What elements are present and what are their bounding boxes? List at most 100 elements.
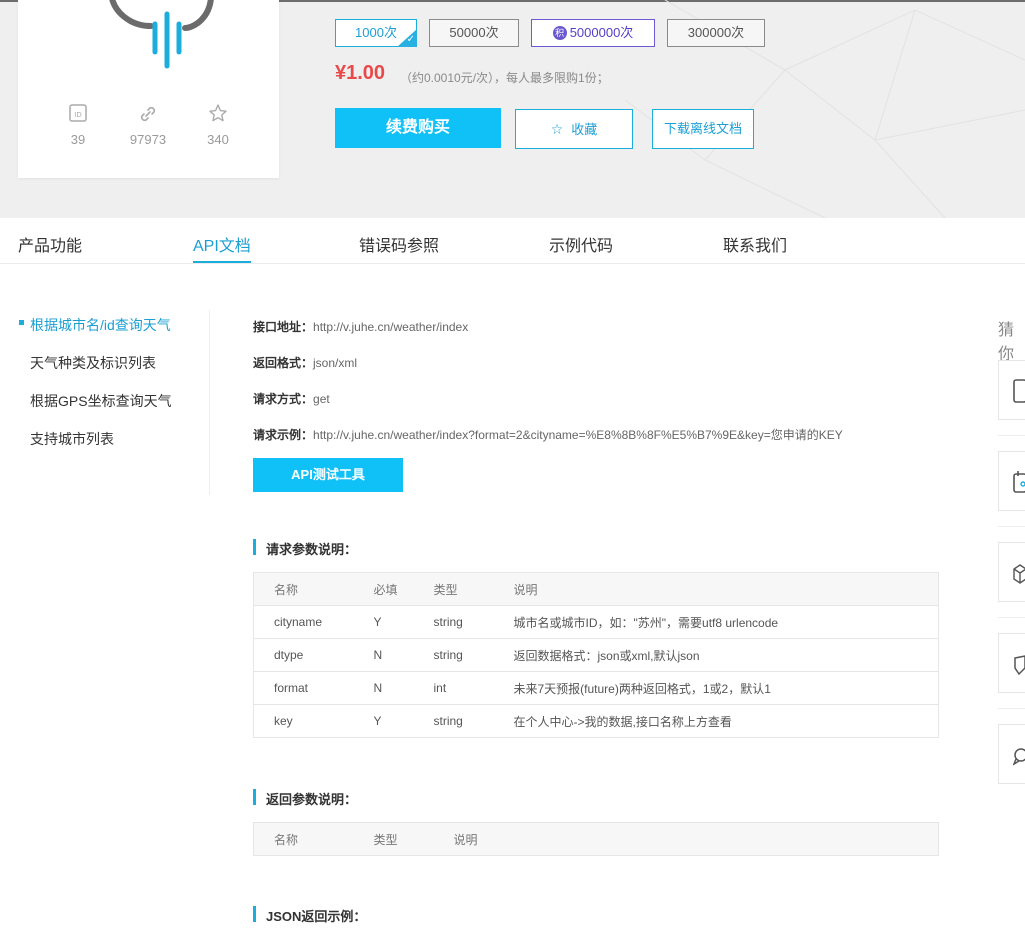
tab-api-docs[interactable]: API文档 [193,232,251,263]
request-params-title: 请求参数说明： [253,539,357,558]
product-logo-card: ID 39 97973 340 [18,0,279,178]
renew-purchase-button[interactable]: 续费购买 [335,108,501,148]
response-params-table: 名称 类型 说明 [253,822,939,856]
recommend-card[interactable] [998,360,1025,420]
api-example: http://v.juhe.cn/weather/index?format=2&… [313,428,843,442]
stat-calls-value: 97973 [129,132,167,147]
json-example-title: JSON返回示例： [253,906,366,925]
tab-contact-us[interactable]: 联系我们 [723,232,787,256]
cell: string [413,605,494,639]
col-name: 名称 [253,822,354,856]
table-row: key Y string 在个人中心->我的数据,接口名称上方查看 [253,704,939,738]
divider [998,617,1025,618]
cell: N [353,671,414,705]
document-icon [1013,379,1025,403]
calendar-icon [1013,471,1025,493]
price-note: （约0.0010元/次），每人最多限购1份； [400,71,609,85]
table-header-row: 名称 必填 类型 说明 [253,572,939,606]
recommend-card[interactable] [998,542,1025,602]
request-params-table: 名称 必填 类型 说明 cityname Y string 城市名或城市ID，如… [253,572,939,738]
download-offline-doc-button[interactable]: 下载离线文档 [652,109,754,149]
tab-error-codes[interactable]: 错误码参照 [359,232,439,256]
col-name: 名称 [253,572,354,606]
col-type: 类型 [413,572,494,606]
package-50000[interactable]: 50000次 [429,19,519,47]
api-url-label: 接口地址： [253,320,314,334]
api-method-line: 请求方式：get [253,390,330,407]
stat-calls: 97973 [118,102,178,147]
col-type: 类型 [353,822,434,856]
recommend-card[interactable] [998,451,1025,511]
cell: dtype [253,638,354,672]
api-test-tool-button[interactable]: API测试工具 [253,458,403,492]
svg-text:ID: ID [74,111,81,119]
cell: Y [353,704,414,738]
price: ¥1.00 [335,62,386,84]
api-url-line: 接口地址：http://v.juhe.cn/weather/index [253,318,468,335]
recommend-card[interactable] [998,633,1025,693]
tab-product-features[interactable]: 产品功能 [18,232,82,256]
col-desc: 说明 [433,822,939,856]
guess-you-like-title: 猜你 [998,322,1015,363]
cell: string [413,638,494,672]
cell: N [353,638,414,672]
stat-favorites-value: 340 [207,132,229,147]
cell: 未来7天预报(future)两种返回格式，1或2，默认1 [493,671,939,705]
stat-id-value: 39 [70,132,86,147]
points-badge-icon: 积 [552,25,567,40]
link-icon [140,106,156,122]
favorite-button[interactable]: ☆ 收藏 [515,109,633,149]
chat-icon [1013,748,1025,766]
api-format-label: 返回格式： [253,356,314,370]
package-5000000[interactable]: 积 5000000次 [531,19,655,47]
col-desc: 说明 [493,572,939,606]
api-method: get [313,392,330,406]
weather-rain-icon [109,0,214,69]
shield-icon [1014,655,1025,676]
table-row: format N int 未来7天预报(future)两种返回格式，1或2，默认… [253,671,939,705]
stat-id: ID 39 [48,102,108,147]
package-label: 1000次 [355,25,397,40]
divider [998,708,1025,709]
star-icon [209,104,227,122]
recommend-card[interactable] [998,724,1025,784]
package-label: 50000次 [449,25,499,40]
id-icon: ID [69,104,87,122]
package-label: 300000次 [687,25,745,40]
table-row: cityname Y string 城市名或城市ID，如："苏州"，需要utf8… [253,605,939,639]
tab-sample-code[interactable]: 示例代码 [549,232,613,256]
api-url: http://v.juhe.cn/weather/index [313,320,469,334]
col-required: 必填 [353,572,414,606]
sidebar-item-query-by-gps[interactable]: 根据GPS坐标查询天气 [30,391,172,411]
divider [998,526,1025,527]
cell: 城市名或城市ID，如："苏州"，需要utf8 urlencode [493,605,939,639]
package-300000[interactable]: 300000次 [667,19,765,47]
sidebar-item-weather-types[interactable]: 天气种类及标识列表 [30,353,156,373]
check-icon: ✓ [406,34,415,45]
package-label: 5000000次 [569,25,634,40]
api-example-line: 请求示例：http://v.juhe.cn/weather/index?form… [253,426,843,443]
active-bullet [19,320,24,325]
product-banner: ID 39 97973 340 1000次 ✓ 50000次 积 5000000次… [0,0,1025,218]
cell: format [253,671,354,705]
cell: 返回数据格式：json或xml,默认json [493,638,939,672]
favorite-label: 收藏 [571,122,598,137]
response-params-title: 返回参数说明： [253,789,357,808]
cell: int [413,671,494,705]
tab-bar: 产品功能 API文档 错误码参照 示例代码 联系我们 [0,218,1025,264]
sidebar-item-query-by-city[interactable]: 根据城市名/id查询天气 [30,315,171,335]
star-outline-icon: ☆ [550,121,564,137]
api-example-label: 请求示例： [253,428,314,442]
package-1000[interactable]: 1000次 ✓ [335,19,417,47]
stat-favorites: 340 [188,102,248,147]
cell: cityname [253,605,354,639]
table-row: dtype N string 返回数据格式：json或xml,默认json [253,638,939,672]
api-format: json/xml [313,356,358,370]
divider [998,435,1025,436]
api-method-label: 请求方式： [253,392,314,406]
sidebar-item-city-list[interactable]: 支持城市列表 [30,429,114,449]
box-icon [1013,564,1025,584]
cell: key [253,704,354,738]
cell: 在个人中心->我的数据,接口名称上方查看 [493,704,939,738]
table-header-row: 名称 类型 说明 [253,822,939,856]
